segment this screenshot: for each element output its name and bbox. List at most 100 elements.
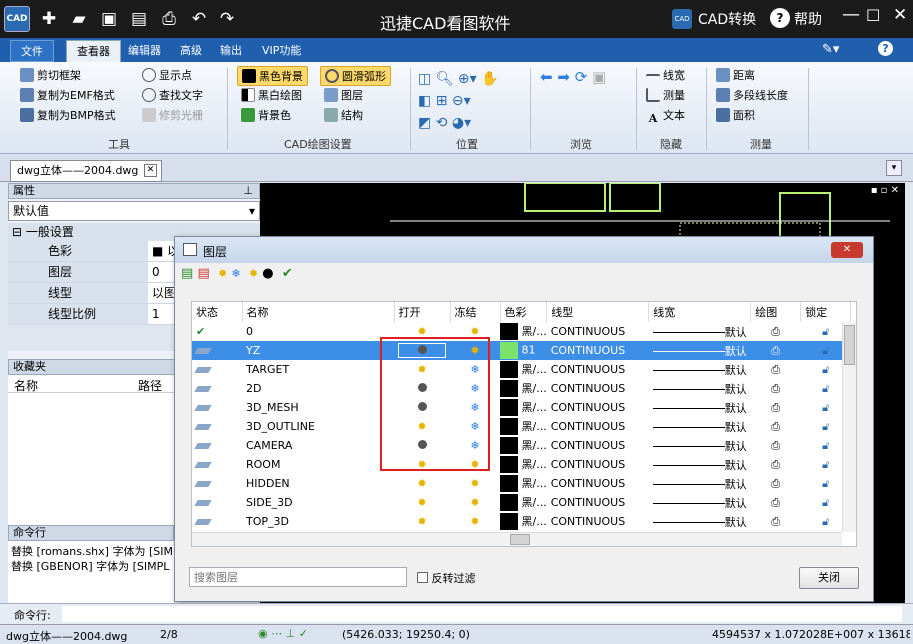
layer-freeze[interactable]: ✹ xyxy=(450,493,500,512)
layer-plot[interactable]: ⎙ xyxy=(751,322,801,341)
save-icon[interactable]: ▣ xyxy=(98,8,120,30)
pin-icon[interactable]: ⊥ xyxy=(243,184,253,198)
search-layer-input[interactable] xyxy=(189,567,407,587)
layer-linetype[interactable]: CONTINUOUS xyxy=(546,341,649,360)
tab-output[interactable]: 输出 xyxy=(210,40,252,62)
open-folder-icon[interactable]: ▰ xyxy=(68,8,90,30)
layer-plot[interactable]: ⎙ xyxy=(751,474,801,493)
copy-bmp-button[interactable]: 复制为BMP格式 xyxy=(20,106,116,126)
trim-raster-button[interactable]: 修剪光栅 xyxy=(142,106,203,126)
printer-icon[interactable]: ⎙ xyxy=(771,401,780,414)
layer-linetype[interactable]: CONTINUOUS xyxy=(547,322,649,341)
printer-icon[interactable]: ⎙ xyxy=(771,382,780,395)
layer-on[interactable]: ✹ xyxy=(394,512,450,531)
layer-row[interactable]: 2D ❄ 黑/... CONTINUOUS 默认 ⎙ 🔓︎ xyxy=(192,379,851,398)
tab-vip[interactable]: VIP功能 xyxy=(252,40,311,62)
layer-row[interactable]: YZ ✹ 81 CONTINUOUS 默认 ⎙ 🔓︎ xyxy=(192,341,851,360)
structure-button[interactable]: 结构 xyxy=(320,106,391,126)
tab-editor[interactable]: 编辑器 xyxy=(118,40,171,62)
layer-row[interactable]: 3D_MESH ❄ 黑/... CONTINUOUS 默认 ⎙ 🔓︎ xyxy=(192,398,851,417)
find-text-button[interactable]: 查找文字 xyxy=(142,86,203,106)
bulb-icon[interactable]: ● xyxy=(262,266,273,281)
layer-state[interactable] xyxy=(192,379,242,398)
vertical-scrollbar[interactable] xyxy=(842,322,856,532)
thawed-sun-icon[interactable]: ✹ xyxy=(470,477,479,490)
layer-linetype[interactable]: CONTINUOUS xyxy=(547,417,649,436)
layer-state[interactable] xyxy=(192,360,242,379)
layer-color[interactable]: 黑/... xyxy=(500,322,547,341)
layer-state[interactable] xyxy=(192,398,242,417)
layer-plot[interactable]: ⎙ xyxy=(751,493,801,512)
undo-icon[interactable]: ↶ xyxy=(188,8,210,30)
tab-viewer[interactable]: 查看器 xyxy=(66,40,121,62)
unlock-icon[interactable]: 🔓︎ xyxy=(822,382,829,395)
layer-color[interactable]: 黑/... xyxy=(500,474,547,493)
zoom-out-icon[interactable]: ⊖▾ xyxy=(452,93,471,109)
layer-freeze[interactable]: ✹ xyxy=(450,512,500,531)
layer-linetype[interactable]: CONTINUOUS xyxy=(547,398,649,417)
properties-dropdown[interactable]: 默认值 ▾ xyxy=(8,201,260,221)
about-icon[interactable]: ? xyxy=(878,41,893,56)
pan-hand-icon[interactable]: ✋ xyxy=(481,71,498,87)
zoom-search-icon[interactable]: 🔍︎ xyxy=(436,71,458,87)
zoom-prev-icon[interactable]: ◧ xyxy=(418,93,436,109)
layers-button[interactable]: 图层 xyxy=(320,86,391,106)
layer-lineweight[interactable]: 默认 xyxy=(649,322,751,341)
layer-lineweight[interactable]: 默认 xyxy=(649,474,751,493)
edit-icon[interactable]: ✎▾ xyxy=(822,42,839,57)
layer-linetype[interactable]: CONTINUOUS xyxy=(547,379,649,398)
layer-state[interactable] xyxy=(192,493,242,512)
grid-icon[interactable]: ⋯ xyxy=(271,627,282,640)
column-header[interactable]: 绘图 xyxy=(750,302,802,322)
bw-drawing-button[interactable]: 黑白绘图 xyxy=(237,86,308,106)
orbit-icon[interactable]: ◕▾ xyxy=(452,115,471,131)
layer-linetype[interactable]: CONTINUOUS xyxy=(547,493,649,512)
layer-on[interactable]: ✹ xyxy=(394,474,450,493)
layer-row[interactable]: CAMERA ❄ 黑/... CONTINUOUS 默认 ⎙ 🔓︎ xyxy=(192,436,851,455)
layer-state[interactable] xyxy=(192,417,242,436)
layer-row[interactable]: ROOM ✹ ✹ 黑/... CONTINUOUS 默认 ⎙ 🔓︎ xyxy=(192,455,851,474)
layer-linetype[interactable]: CONTINUOUS xyxy=(547,455,649,474)
copy-emf-button[interactable]: 复制为EMF格式 xyxy=(20,86,116,106)
printer-icon[interactable]: ⎙ xyxy=(771,325,780,338)
new-layer-icon[interactable]: ▤ xyxy=(181,266,193,281)
layer-linetype[interactable]: CONTINUOUS xyxy=(547,512,649,531)
layer-state[interactable] xyxy=(192,512,242,531)
layer-state[interactable] xyxy=(192,474,242,493)
light-on-icon[interactable]: ✹ xyxy=(417,515,426,528)
layer-plot[interactable]: ⎙ xyxy=(751,512,801,531)
layer-row[interactable]: SIDE_3D ✹ ✹ 黑/... CONTINUOUS 默认 ⎙ 🔓︎ xyxy=(192,493,851,512)
freeze-all-icon[interactable]: ❄ xyxy=(231,267,240,280)
tab-close-icon[interactable]: ✕ xyxy=(144,164,157,177)
column-header[interactable]: 线宽 xyxy=(648,302,752,322)
delete-layer-icon[interactable]: ▤ xyxy=(197,266,209,281)
polyline-length-button[interactable]: 多段线长度 xyxy=(716,86,788,106)
column-header[interactable]: 色彩 xyxy=(500,302,548,322)
layer-lineweight[interactable]: 默认 xyxy=(649,512,751,531)
layer-color[interactable]: 黑/... xyxy=(500,360,547,379)
layer-plot[interactable]: ⎙ xyxy=(751,360,801,379)
layer-lineweight[interactable]: 默认 xyxy=(649,379,751,398)
collapse-icon[interactable]: ⊟ xyxy=(12,225,22,239)
layer-linetype[interactable]: CONTINUOUS xyxy=(547,474,649,493)
black-bg-button[interactable]: 黑色背景 xyxy=(237,66,308,86)
ortho-icon[interactable]: ⊥ xyxy=(286,627,296,640)
tab-list-icon[interactable]: ▾ xyxy=(886,160,902,176)
layer-state[interactable] xyxy=(192,341,242,360)
thawed-sun-icon[interactable]: ✹ xyxy=(470,515,479,528)
all-on-icon[interactable]: ✹ xyxy=(218,267,227,280)
layer-state[interactable]: ✔ xyxy=(192,322,242,341)
save-as-icon[interactable]: ▤ xyxy=(128,8,150,30)
help-icon[interactable]: ? xyxy=(770,8,790,28)
light-on-icon[interactable]: ✹ xyxy=(417,496,426,509)
layer-plot[interactable]: ⎙ xyxy=(751,398,801,417)
rotate-icon[interactable]: ⟳ xyxy=(575,68,592,86)
printer-icon[interactable]: ⎙ xyxy=(771,477,780,490)
polar-icon[interactable]: ✓ xyxy=(299,627,308,640)
column-header[interactable]: 状态 xyxy=(192,302,243,322)
bg-color-button[interactable]: 背景色 xyxy=(237,106,308,126)
thawed-sun-icon[interactable]: ✹ xyxy=(470,496,479,509)
layer-color[interactable]: 黑/... xyxy=(500,436,547,455)
layer-lineweight[interactable]: 默认 xyxy=(649,360,751,379)
canvas-window-controls[interactable]: ▪ ▫ ✕ xyxy=(871,185,899,196)
